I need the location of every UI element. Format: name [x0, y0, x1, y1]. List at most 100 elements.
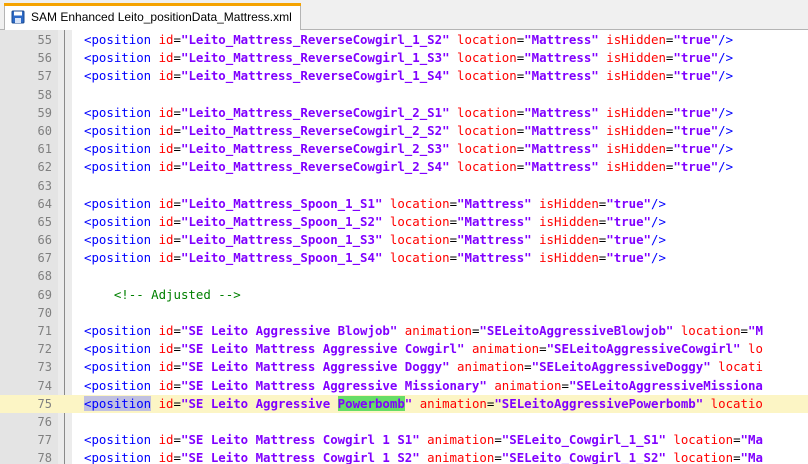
attr-name: id — [151, 195, 174, 211]
code-line[interactable]: 67 <position id="Leito_Mattress_Spoon_1_S… — [0, 249, 808, 267]
attr-name: location — [665, 432, 734, 448]
code-line[interactable]: 55 <position id="Leito_Mattress_ReverseCo… — [0, 31, 808, 49]
code-line[interactable]: 64 <position id="Leito_Mattress_Spoon_1_S… — [0, 195, 808, 213]
line-content: <position id="Leito_Mattress_ReverseCowg… — [84, 67, 733, 85]
attr-value: "SE Leito Mattress Aggressive Doggy" — [181, 359, 450, 375]
line-content: <position id="SE Leito Mattress Aggressi… — [84, 358, 763, 376]
attr-name: isHidden — [531, 213, 599, 229]
attr-value: "Ma — [740, 450, 763, 464]
line-content: <position id="Leito_Mattress_ReverseCowg… — [84, 140, 733, 158]
code-line[interactable]: 73 <position id="SE Leito Mattress Aggres… — [0, 358, 808, 376]
line-number: 57 — [37, 69, 52, 84]
code-token: = — [733, 432, 741, 448]
attr-value: "Leito_Mattress_Spoon_1_S2" — [181, 213, 383, 229]
line-number: 71 — [37, 324, 52, 338]
line-number: 78 — [37, 451, 52, 464]
attr-value: "Leito_Mattress_ReverseCowgirl_2_S4" — [181, 159, 450, 175]
attr-value: "true" — [606, 213, 652, 229]
attr-value: "Mattress" — [457, 213, 532, 229]
code-line[interactable]: 78 <position id="SE Leito Mattress Cowgir… — [0, 449, 808, 464]
attr-name: animation — [464, 341, 540, 357]
attr-value: "SE Leito Mattress Aggressive Missionary… — [181, 377, 487, 393]
line-number: 68 — [37, 269, 52, 284]
code-line[interactable]: 57 <position id="Leito_Mattress_ReverseCo… — [0, 67, 808, 85]
code-line[interactable]: 70 — [0, 304, 808, 322]
code-editor[interactable]: 55 <position id="Leito_Mattress_ReverseCo… — [0, 30, 808, 464]
attr-value: "Leito_Mattress_ReverseCowgirl_1_S3" — [181, 50, 450, 66]
attr-name: isHidden — [598, 141, 666, 157]
attr-value: "SELeito_Cowgirl_1_S1" — [501, 432, 666, 448]
code-line[interactable]: 77 <position id="SE Leito Mattress Cowgir… — [0, 431, 808, 449]
line-number: 61 — [37, 142, 52, 157]
attr-name: id — [151, 377, 174, 393]
attr-name: location — [449, 141, 517, 157]
code-line[interactable]: 56 <position id="Leito_Mattress_ReverseCo… — [0, 49, 808, 67]
attr-value: "Leito_Mattress_ReverseCowgirl_1_S2" — [181, 32, 450, 47]
line-number: 58 — [37, 87, 52, 102]
tag-name: <position — [84, 323, 152, 338]
line-number: 70 — [37, 305, 52, 320]
line-number: 56 — [37, 51, 52, 66]
attr-name: animation — [397, 323, 472, 338]
line-number: 59 — [37, 105, 52, 120]
attr-name: id — [151, 122, 174, 138]
attr-value: "true" — [673, 122, 719, 138]
line-number: 69 — [37, 287, 52, 302]
code-line[interactable]: 66 <position id="Leito_Mattress_Spoon_1_S… — [0, 231, 808, 249]
code-line[interactable]: 72 <position id="SE Leito Mattress Aggres… — [0, 340, 808, 358]
tag-name: <position — [84, 377, 152, 393]
tag-name: <position — [84, 122, 152, 138]
attr-name: isHidden — [598, 104, 666, 120]
code-token: = — [173, 232, 181, 248]
code-line[interactable]: 63 — [0, 177, 808, 195]
line-number: 73 — [37, 360, 52, 375]
attr-value: "M — [748, 323, 763, 338]
attr-name: isHidden — [598, 32, 666, 47]
code-line[interactable]: 58 — [0, 86, 808, 104]
tag-close: /> — [718, 141, 734, 157]
code-line[interactable]: 62 <position id="Leito_Mattress_ReverseCo… — [0, 158, 808, 176]
code-line[interactable]: 74 <position id="SE Leito Mattress Aggres… — [0, 377, 808, 395]
code-token: = — [173, 450, 181, 464]
attr-name: id — [151, 432, 174, 448]
code-token: = — [173, 32, 181, 47]
code-token: = — [524, 359, 532, 375]
tag-close: /> — [651, 250, 666, 266]
line-content: <position id="SE Leito Aggressive Blowjo… — [84, 322, 763, 340]
attr-value: "SELeitoAggressiveBlowjob" — [479, 323, 674, 338]
attr-name: isHidden — [598, 122, 666, 138]
code-line[interactable]: 61 <position id="Leito_Mattress_ReverseCo… — [0, 140, 808, 158]
attr-value: "true" — [673, 32, 719, 47]
tag-name: <position — [84, 432, 152, 448]
line-number: 63 — [37, 178, 52, 193]
tag-name: <position — [84, 32, 152, 47]
code-line[interactable]: 69 <!-- Adjusted --> — [0, 286, 808, 304]
attr-value: "SELeitoAggressivePowerbomb" — [494, 395, 704, 411]
line-number: 66 — [37, 233, 52, 248]
code-line[interactable]: 60 <position id="Leito_Mattress_ReverseCo… — [0, 122, 808, 140]
code-line[interactable]: 76 — [0, 413, 808, 431]
attr-name: isHidden — [531, 250, 599, 266]
code-line[interactable]: 68 — [0, 267, 808, 285]
code-line[interactable]: 65 <position id="Leito_Mattress_Spoon_1_S… — [0, 213, 808, 231]
code-token: = — [173, 141, 181, 157]
line-content: <position id="Leito_Mattress_ReverseCowg… — [84, 122, 733, 140]
attr-name: id — [151, 159, 174, 175]
tag-close: /> — [651, 195, 666, 211]
current-line[interactable]: 75 <position id="SE Leito Aggressive Powe… — [0, 394, 808, 413]
file-tab[interactable]: SAM Enhanced Leito_positionData_Mattress… — [4, 3, 301, 30]
attr-value: "SE Leito Mattress Cowgirl 1 S2" — [181, 450, 420, 464]
attr-name: location — [449, 32, 517, 47]
attr-value: "SELeitoAggressiveCowgirl" — [546, 341, 741, 357]
code-line[interactable]: 71 <position id="SE Leito Aggressive Blow… — [0, 322, 808, 340]
attr-value: "SELeito_Cowgirl_1_S2" — [501, 450, 666, 464]
tag-name: <position — [84, 341, 152, 357]
attr-value: "true" — [673, 159, 719, 175]
code-token: = — [449, 213, 458, 229]
attr-value: "Leito_Mattress_Spoon_1_S1" — [181, 195, 383, 211]
line-content: <position id="Leito_Mattress_ReverseCowg… — [84, 104, 733, 122]
attr-value: "Ma — [740, 432, 763, 448]
code-line[interactable]: 59 <position id="Leito_Mattress_ReverseCo… — [0, 104, 808, 122]
code-token: = — [733, 450, 741, 464]
attr-name: id — [151, 104, 174, 120]
